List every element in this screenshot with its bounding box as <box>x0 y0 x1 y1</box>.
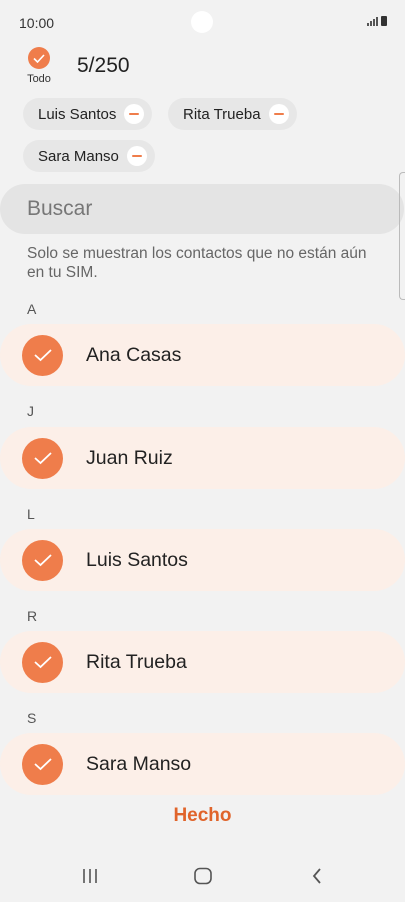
check-icon[interactable] <box>22 334 63 376</box>
signal-icon <box>367 16 378 26</box>
chip-label: Luis Santos <box>38 105 117 123</box>
selected-count: 5/250 <box>77 54 130 77</box>
contact-row[interactable]: Ana Casas <box>0 324 405 386</box>
section-header: L <box>27 506 35 522</box>
status-time: 10:00 <box>19 15 55 31</box>
check-icon[interactable] <box>22 641 63 683</box>
info-text: Solo se muestran los contactos que no es… <box>27 245 367 281</box>
section-header: S <box>27 710 37 726</box>
home-icon[interactable] <box>188 864 218 888</box>
contact-name: Ana Casas <box>86 343 182 366</box>
check-icon[interactable] <box>22 437 63 479</box>
selected-chip[interactable]: Rita Trueba <box>168 98 297 130</box>
remove-icon[interactable] <box>124 104 145 124</box>
battery-icon <box>381 16 387 26</box>
scrollbar[interactable] <box>399 172 405 300</box>
check-icon[interactable] <box>22 539 63 581</box>
contact-name: Luis Santos <box>86 548 188 571</box>
select-all-toggle[interactable]: Todo <box>24 47 54 87</box>
section-header: J <box>27 403 34 419</box>
section-header: A <box>27 301 37 317</box>
remove-icon[interactable] <box>268 104 289 124</box>
contact-row[interactable]: Juan Ruiz <box>0 427 405 489</box>
contact-row[interactable]: Luis Santos <box>0 529 405 591</box>
select-all-label: Todo <box>27 73 51 85</box>
recent-apps-icon[interactable] <box>75 864 105 888</box>
search-placeholder: Buscar <box>27 197 93 220</box>
section-header: R <box>27 608 38 624</box>
front-camera <box>191 11 213 33</box>
check-icon <box>28 47 50 69</box>
navigation-bar <box>0 856 405 896</box>
back-icon[interactable] <box>302 864 332 888</box>
contact-name: Rita Trueba <box>86 650 187 673</box>
selected-chip[interactable]: Luis Santos <box>23 98 153 130</box>
check-icon[interactable] <box>22 743 63 785</box>
done-button[interactable]: Hecho <box>0 805 405 827</box>
search-input[interactable]: Buscar <box>0 184 404 234</box>
contact-row[interactable]: Sara Manso <box>0 733 405 795</box>
remove-icon[interactable] <box>126 146 147 166</box>
status-bar: 10:00 <box>0 0 405 44</box>
chip-label: Rita Trueba <box>183 105 261 123</box>
contact-name: Juan Ruiz <box>86 446 173 469</box>
selected-chip[interactable]: Sara Manso <box>23 140 155 172</box>
contact-name: Sara Manso <box>86 752 192 775</box>
contact-row[interactable]: Rita Trueba <box>0 631 405 693</box>
chip-label: Sara Manso <box>38 147 119 165</box>
status-icons <box>367 16 387 26</box>
